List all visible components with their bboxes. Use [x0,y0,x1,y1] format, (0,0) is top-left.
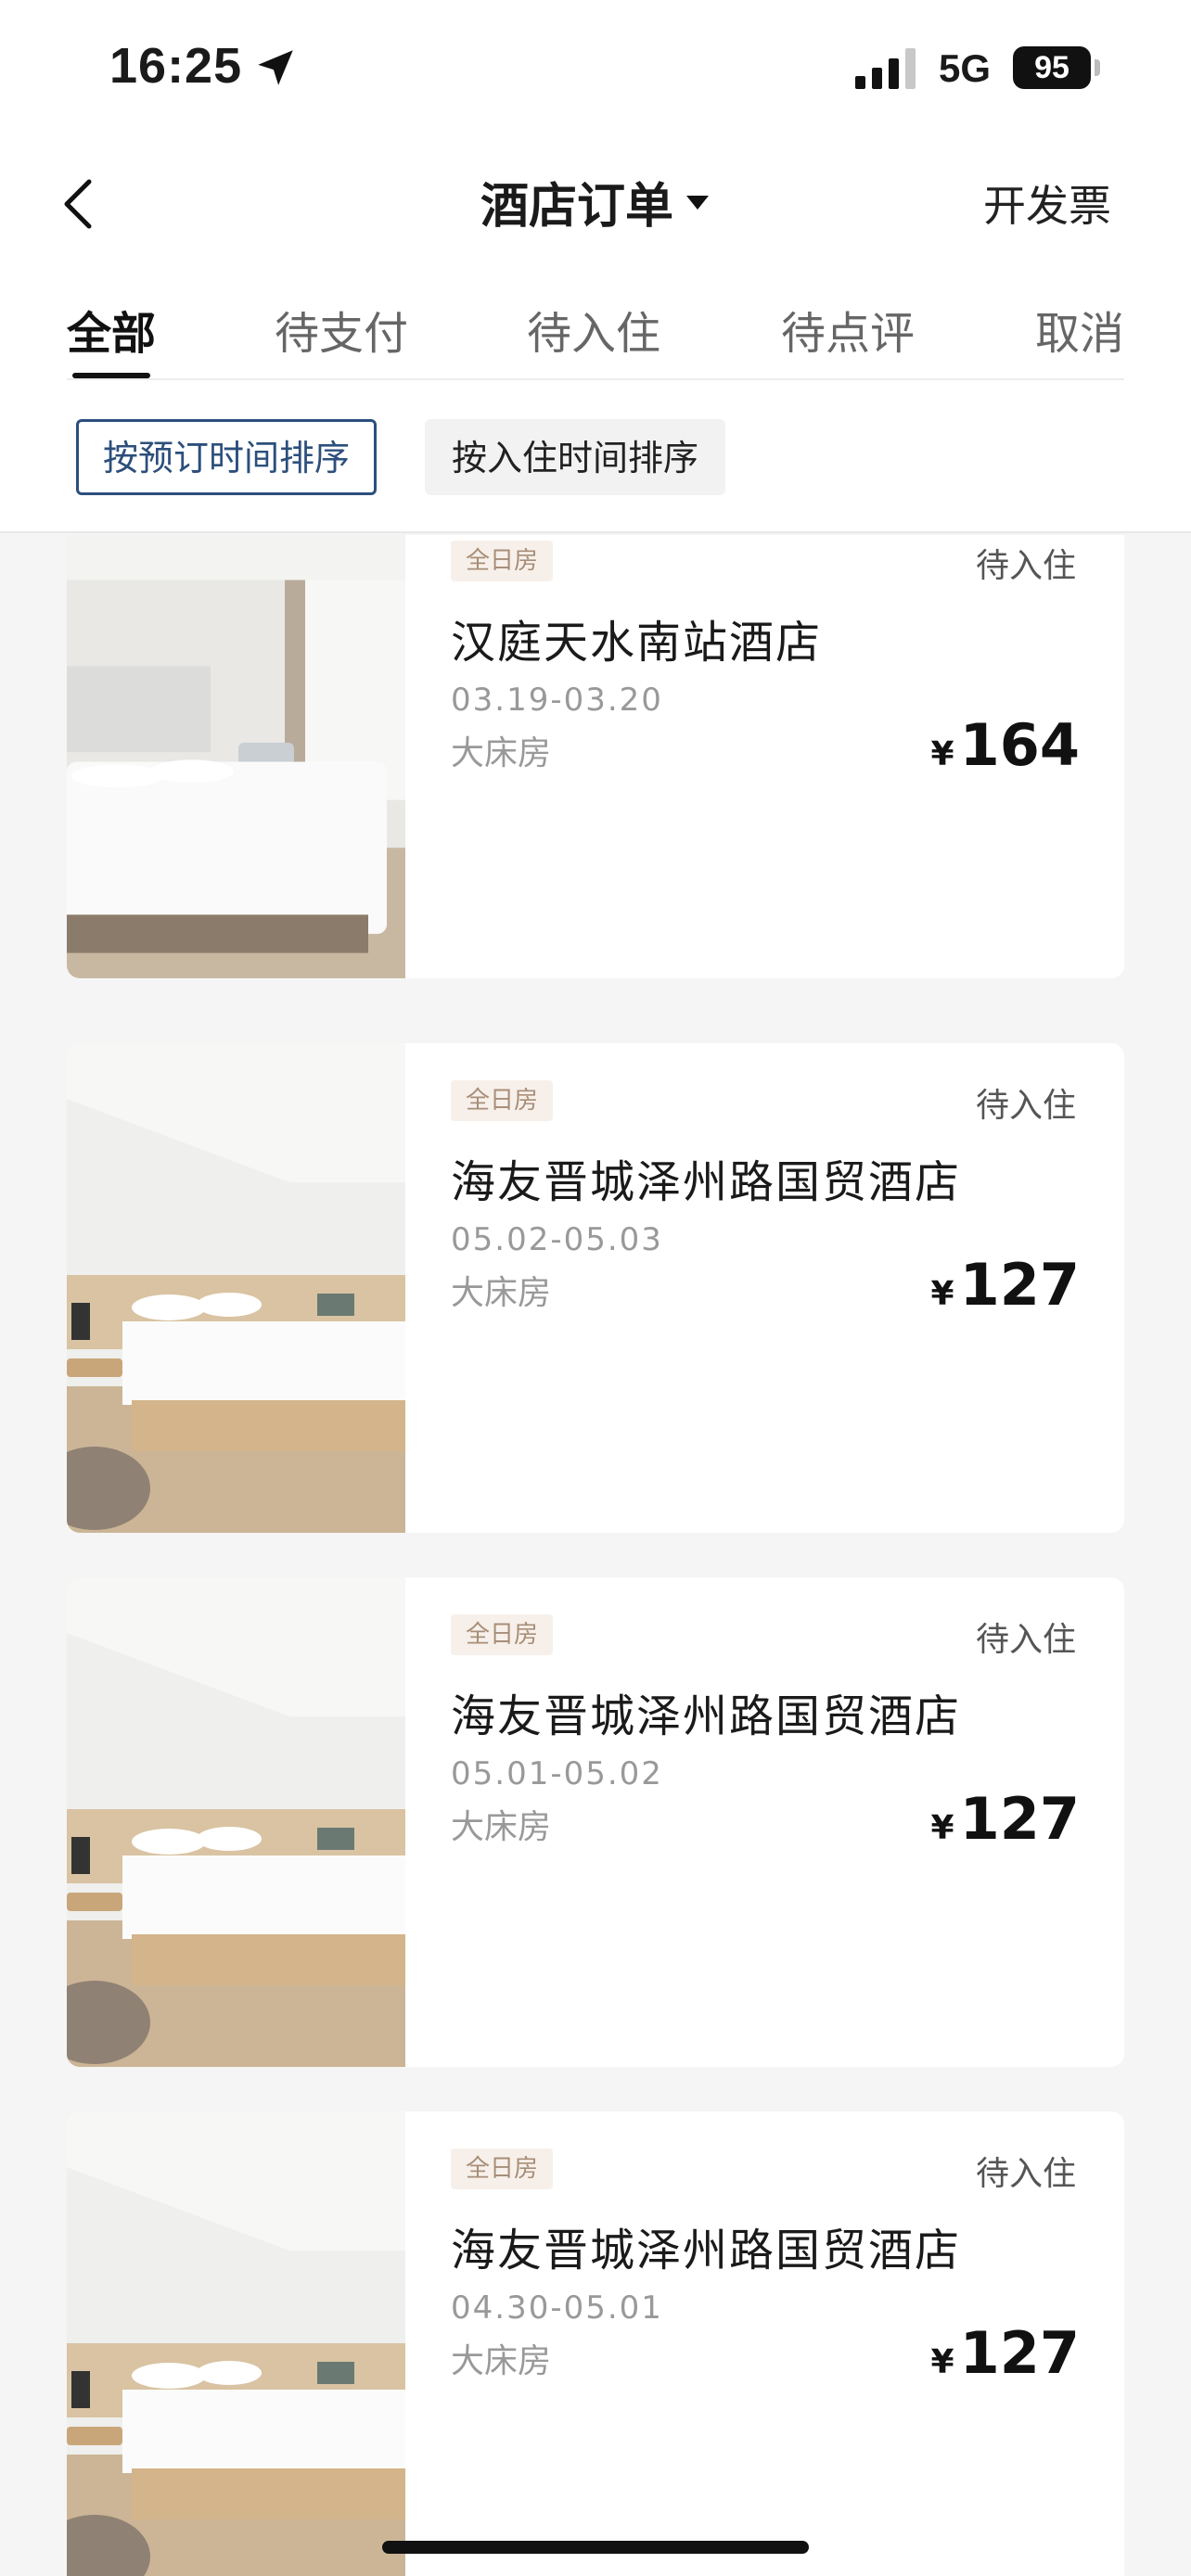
room-type-tag: 全日房 [451,541,554,581]
order-card[interactable]: 全日房 待入住 汉庭天水南站酒店 03.19-03.20 大床房 ¥164 [67,535,1124,978]
currency-symbol: ¥ [930,735,954,773]
status-bar: 16:25 5G 95 [0,0,1191,139]
status-time: 16:25 [109,38,243,94]
room-type-tag: 全日房 [451,1614,554,1655]
currency-symbol: ¥ [930,2343,954,2381]
room-type-tag: 全日房 [451,2149,554,2189]
order-list: 全日房 待入住 汉庭天水南站酒店 03.19-03.20 大床房 ¥164 全日… [0,535,1191,2576]
room-name: 大床房 [451,734,552,772]
order-status: 待入住 [975,547,1076,585]
room-photo [67,1043,405,1533]
sort-by-booking-button[interactable]: 按预订时间排序 [76,419,378,495]
hotel-name: 海友晋城泽州路国贸酒店 [451,1156,962,1208]
currency-symbol: ¥ [930,1809,954,1847]
room-type-tag: 全日房 [451,1080,554,1121]
price-amount: 164 [959,711,1080,779]
room-photo [67,2111,405,2576]
price-amount: 127 [959,1785,1080,1853]
room-photo [67,1577,405,2067]
room-name: 大床房 [451,1808,552,1846]
home-indicator[interactable] [382,2541,809,2554]
price-amount: 127 [959,1251,1080,1319]
room-photo [67,535,405,978]
tabs-divider [67,378,1124,380]
order-price: ¥127 [931,2319,1080,2387]
currency-symbol: ¥ [930,1275,954,1313]
order-status: 待入住 [975,1621,1076,1659]
caret-down-icon [686,195,709,210]
stay-dates: 04.30-05.01 [451,2289,663,2327]
page-title: 酒店订单 [480,179,673,235]
stay-dates: 03.19-03.20 [451,682,663,719]
hotel-name: 海友晋城泽州路国贸酒店 [451,2225,962,2276]
location-arrow-icon [258,50,293,85]
room-name: 大床房 [451,2342,552,2380]
battery-cap [1095,59,1100,76]
tab-pending-payment[interactable]: 待支付 [275,297,408,362]
order-card[interactable]: 全日房 待入住 海友晋城泽州路国贸酒店 05.01-05.02 大床房 ¥127 [67,1577,1124,2067]
tab-cancelled[interactable]: 取消 [1035,297,1124,362]
sort-by-checkin-button[interactable]: 按入住时间排序 [425,419,726,495]
network-type: 5G [939,46,992,90]
status-tabs: 全部 待支付 待入住 待点评 取消 [0,297,1191,362]
order-price: ¥164 [931,711,1080,779]
order-status: 待入住 [975,1087,1076,1125]
tab-pending-checkin[interactable]: 待入住 [527,297,660,362]
order-price: ¥127 [931,1251,1080,1319]
signal-icon [855,48,916,89]
order-price: ¥127 [931,1785,1080,1853]
hotel-name: 海友晋城泽州路国贸酒店 [451,1690,962,1742]
hotel-name: 汉庭天水南站酒店 [451,617,823,669]
stay-dates: 05.01-05.02 [451,1755,663,1792]
order-card[interactable]: 全日房 待入住 海友晋城泽州路国贸酒店 04.30-05.01 大床房 ¥127 [67,2111,1124,2576]
room-name: 大床房 [451,1274,552,1312]
tab-all[interactable]: 全部 [67,297,156,362]
tab-pending-review[interactable]: 待点评 [781,297,915,362]
price-amount: 127 [959,2319,1080,2387]
invoice-button[interactable]: 开发票 [983,172,1111,234]
nav-header: 酒店订单 开发票 全部 待支付 待入住 待点评 取消 [0,139,1191,399]
order-card[interactable]: 全日房 待入住 海友晋城泽州路国贸酒店 05.02-05.03 大床房 ¥127 [67,1043,1124,1533]
order-status: 待入住 [975,2155,1076,2193]
sort-options: 按预订时间排序 按入住时间排序 [0,399,1191,533]
battery-icon: 95 [1013,46,1091,89]
hotel-orders-screen: 16:25 5G 95 酒店订单 开发票 全部 待支付 待入住 待点评 取消 按… [0,0,1191,2576]
stay-dates: 05.02-05.03 [451,1221,663,1258]
